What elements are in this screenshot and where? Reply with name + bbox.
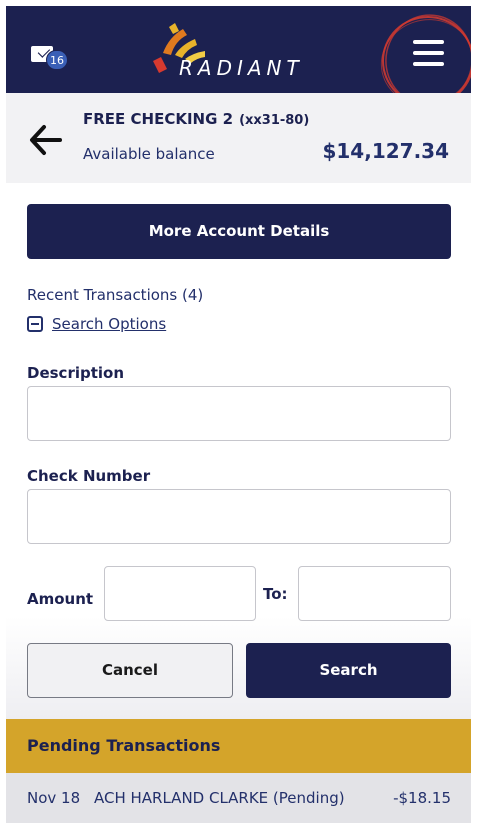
search-options-toggle[interactable]: Search Options bbox=[27, 315, 166, 333]
available-balance-label: Available balance bbox=[83, 145, 215, 163]
logo-wordmark: RADIANT bbox=[179, 56, 304, 80]
more-account-details-button[interactable]: More Account Details bbox=[27, 204, 451, 259]
account-name-text: FREE CHECKING 2 bbox=[83, 110, 234, 128]
transaction-amount: -$18.15 bbox=[393, 789, 451, 807]
amount-from-input[interactable] bbox=[104, 566, 256, 621]
description-label: Description bbox=[27, 364, 125, 382]
hamburger-menu-button[interactable] bbox=[413, 40, 445, 66]
cancel-button[interactable]: Cancel bbox=[27, 643, 233, 698]
back-arrow-icon[interactable] bbox=[26, 123, 64, 157]
check-number-input[interactable] bbox=[27, 489, 451, 544]
account-mask: (xx31-80) bbox=[239, 113, 310, 128]
check-number-label: Check Number bbox=[27, 467, 151, 485]
radiant-logo[interactable]: RADIANT bbox=[149, 23, 319, 83]
collapse-minus-icon bbox=[27, 316, 43, 332]
menu-line bbox=[413, 62, 444, 66]
pending-transactions-title: Pending Transactions bbox=[27, 736, 221, 755]
account-summary-bar bbox=[6, 93, 471, 183]
search-button[interactable]: Search bbox=[246, 643, 451, 698]
account-name: FREE CHECKING 2 (xx31-80) bbox=[83, 110, 309, 128]
amount-to-input[interactable] bbox=[298, 566, 451, 621]
recent-transactions-link[interactable]: Recent Transactions (4) bbox=[27, 286, 203, 304]
transaction-description: ACH HARLAND CLARKE (Pending) bbox=[94, 789, 345, 807]
pending-transactions-header: Pending Transactions bbox=[6, 719, 471, 773]
mail-button[interactable]: 16 bbox=[31, 42, 68, 70]
transaction-date: Nov 18 bbox=[27, 789, 81, 807]
menu-line bbox=[413, 51, 444, 55]
hamburger-menu-icon bbox=[413, 40, 444, 44]
mail-count-badge: 16 bbox=[46, 50, 68, 70]
description-input[interactable] bbox=[27, 386, 451, 441]
amount-label: Amount bbox=[27, 590, 94, 608]
available-balance-value: $14,127.34 bbox=[322, 139, 449, 163]
mobile-screen: 16 RADIANT FREE CHECKING 2 (xx31-80) Ava… bbox=[6, 6, 471, 823]
transaction-row[interactable]: Nov 18 ACH HARLAND CLARKE (Pending) -$18… bbox=[6, 773, 471, 823]
amount-to-label: To: bbox=[263, 585, 288, 603]
search-options-label: Search Options bbox=[52, 315, 167, 333]
top-navigation-bar: 16 RADIANT bbox=[6, 6, 471, 93]
